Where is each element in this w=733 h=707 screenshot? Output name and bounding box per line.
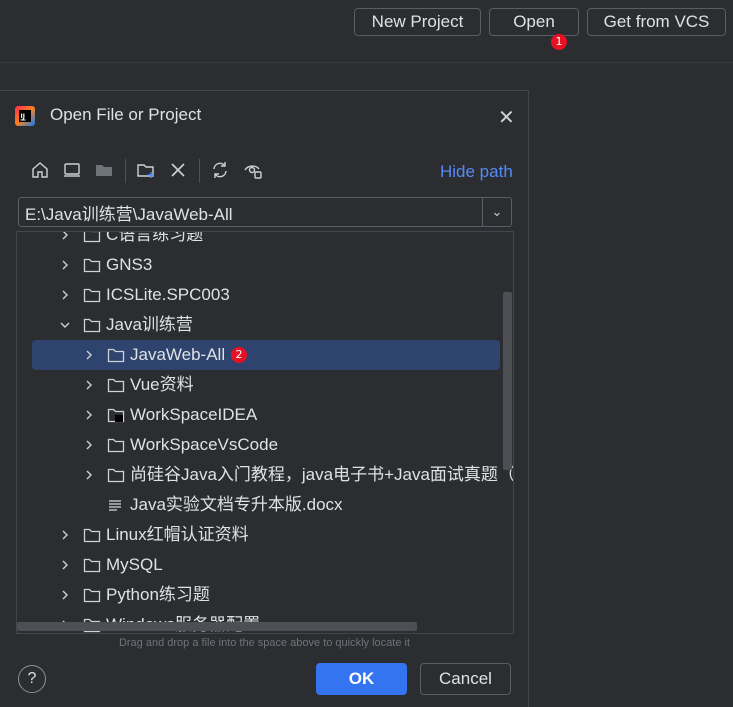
tree-row-label: Python练习题 xyxy=(106,585,210,604)
folder-icon xyxy=(83,528,101,543)
folder-icon xyxy=(83,588,101,603)
chevron-down-icon[interactable] xyxy=(59,319,71,331)
refresh-icon[interactable] xyxy=(210,160,230,180)
dialog-title: Open File or Project xyxy=(50,105,202,124)
folder-icon xyxy=(83,232,101,243)
step-badge-1: 1 xyxy=(551,34,567,50)
open-button[interactable]: Open xyxy=(489,8,579,36)
chevron-right-icon[interactable] xyxy=(83,439,95,451)
new-folder-icon[interactable] xyxy=(136,160,156,180)
chevron-right-icon[interactable] xyxy=(59,231,71,241)
document-icon xyxy=(109,500,121,511)
tree-row[interactable]: C语言练习题 xyxy=(17,231,513,250)
help-button[interactable]: ? xyxy=(18,665,46,693)
tree-row[interactable]: WorkSpaceVsCode xyxy=(17,430,513,460)
folder-icon xyxy=(107,438,125,453)
home-icon[interactable] xyxy=(30,160,50,180)
folder-icon xyxy=(83,318,101,333)
intellij-logo-icon: IJ xyxy=(15,106,35,126)
tree-row-label: ICSLite.SPC003 xyxy=(106,285,230,304)
file-tree[interactable]: Windows服务器配置Python练习题MySQLLinux红帽认证资料Jav… xyxy=(16,231,514,634)
tree-row[interactable]: ICSLite.SPC003 xyxy=(17,280,513,310)
folder-icon xyxy=(107,378,125,393)
tree-row-label: Linux红帽认证资料 xyxy=(106,525,249,544)
tree-row[interactable]: Java实验文档专升本版.docx xyxy=(17,490,513,520)
tree-row-label: WorkSpaceVsCode xyxy=(130,435,279,454)
horizontal-scrollbar[interactable] xyxy=(17,622,417,631)
delete-icon[interactable] xyxy=(168,160,188,180)
chevron-right-icon[interactable] xyxy=(59,259,71,271)
tree-row-label: Java实验文档专升本版.docx xyxy=(130,495,343,514)
tree-row-label: 尚硅谷Java入门教程，java电子书+Java面试真题（202 xyxy=(130,465,514,484)
tree-row[interactable]: JavaWeb-All 2 xyxy=(32,340,500,370)
chevron-right-icon[interactable] xyxy=(83,469,95,481)
tree-row-label: JavaWeb-All xyxy=(130,345,226,364)
tree-row[interactable]: 尚硅谷Java入门教程，java电子书+Java面试真题（202 xyxy=(17,460,514,490)
cancel-button[interactable]: Cancel xyxy=(420,663,511,695)
project-folder-icon[interactable] xyxy=(94,160,114,180)
chevron-right-icon[interactable] xyxy=(83,409,95,421)
ok-button[interactable]: OK xyxy=(316,663,407,695)
chevron-right-icon[interactable] xyxy=(59,289,71,301)
hide-path-link[interactable]: Hide path xyxy=(440,162,513,182)
tree-row-label: C语言练习题 xyxy=(106,231,204,244)
tree-row[interactable]: WorkSpaceIDEA xyxy=(17,400,513,430)
chevron-right-icon[interactable] xyxy=(59,529,71,541)
vertical-scrollbar[interactable] xyxy=(503,292,512,470)
step-badge-2: 2 xyxy=(231,347,247,363)
chevron-right-icon[interactable] xyxy=(83,379,95,391)
get-from-vcs-button[interactable]: Get from VCS xyxy=(587,8,726,36)
folder-icon xyxy=(107,408,125,423)
tree-row[interactable]: Linux红帽认证资料 xyxy=(17,520,513,550)
path-input[interactable] xyxy=(19,198,481,226)
tree-row[interactable]: GNS3 xyxy=(17,250,513,280)
folder-icon xyxy=(83,258,101,273)
toolbar-separator xyxy=(125,159,126,183)
folder-icon xyxy=(83,558,101,573)
folder-icon xyxy=(107,468,125,483)
close-icon[interactable]: ✕ xyxy=(498,105,515,130)
chevron-right-icon[interactable] xyxy=(83,349,95,361)
show-hidden-icon[interactable] xyxy=(243,160,263,180)
folder-icon xyxy=(107,348,125,363)
chevron-right-icon[interactable] xyxy=(59,589,71,601)
tree-row-label: WorkSpaceIDEA xyxy=(130,405,258,424)
tree-row[interactable]: Vue资料 xyxy=(17,370,513,400)
new-project-button[interactable]: New Project xyxy=(354,8,481,36)
folder-icon xyxy=(83,288,101,303)
tree-row[interactable]: Java训练营 xyxy=(17,310,513,340)
chevron-right-icon[interactable] xyxy=(59,559,71,571)
open-file-dialog: IJ Open File or Project ✕ Hide path ⌄ Wi… xyxy=(0,90,529,707)
path-combobox[interactable]: ⌄ xyxy=(18,197,512,227)
chevron-down-icon[interactable]: ⌄ xyxy=(482,198,511,226)
tree-row[interactable]: Python练习题 xyxy=(17,580,513,610)
svg-text:IJ: IJ xyxy=(21,113,25,120)
tree-row-label: Java训练营 xyxy=(106,315,193,334)
tree-row-label: GNS3 xyxy=(106,255,153,274)
welcome-toolbar: New Project Open 1 Get from VCS xyxy=(0,0,733,63)
toolbar-separator xyxy=(199,159,200,183)
tree-row-label: MySQL xyxy=(106,555,163,574)
desktop-icon[interactable] xyxy=(62,160,82,180)
tree-row[interactable]: MySQL xyxy=(17,550,513,580)
drag-drop-hint: Drag and drop a file into the space abov… xyxy=(118,637,411,649)
tree-row-label: Vue资料 xyxy=(130,375,194,394)
